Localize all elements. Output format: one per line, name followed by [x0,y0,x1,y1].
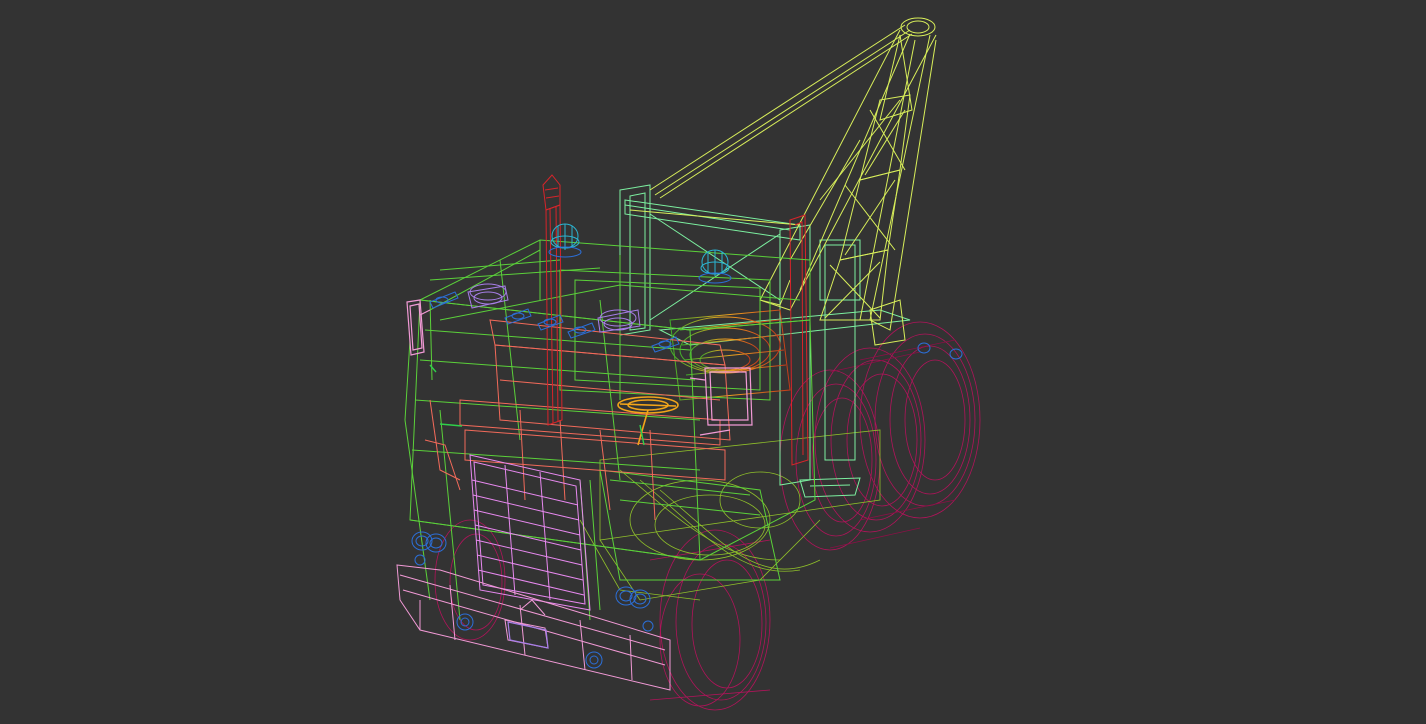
radiator-grille [469,454,591,611]
crane-boom [629,17,937,346]
exhaust-stack [542,174,563,426]
wireframe-model [396,17,981,711]
chassis [579,429,881,601]
license-plate [507,621,549,649]
roof-lights [429,291,680,353]
3d-viewport[interactable] [0,0,1426,724]
beacon-light [550,223,730,276]
front-wheels [434,519,771,711]
